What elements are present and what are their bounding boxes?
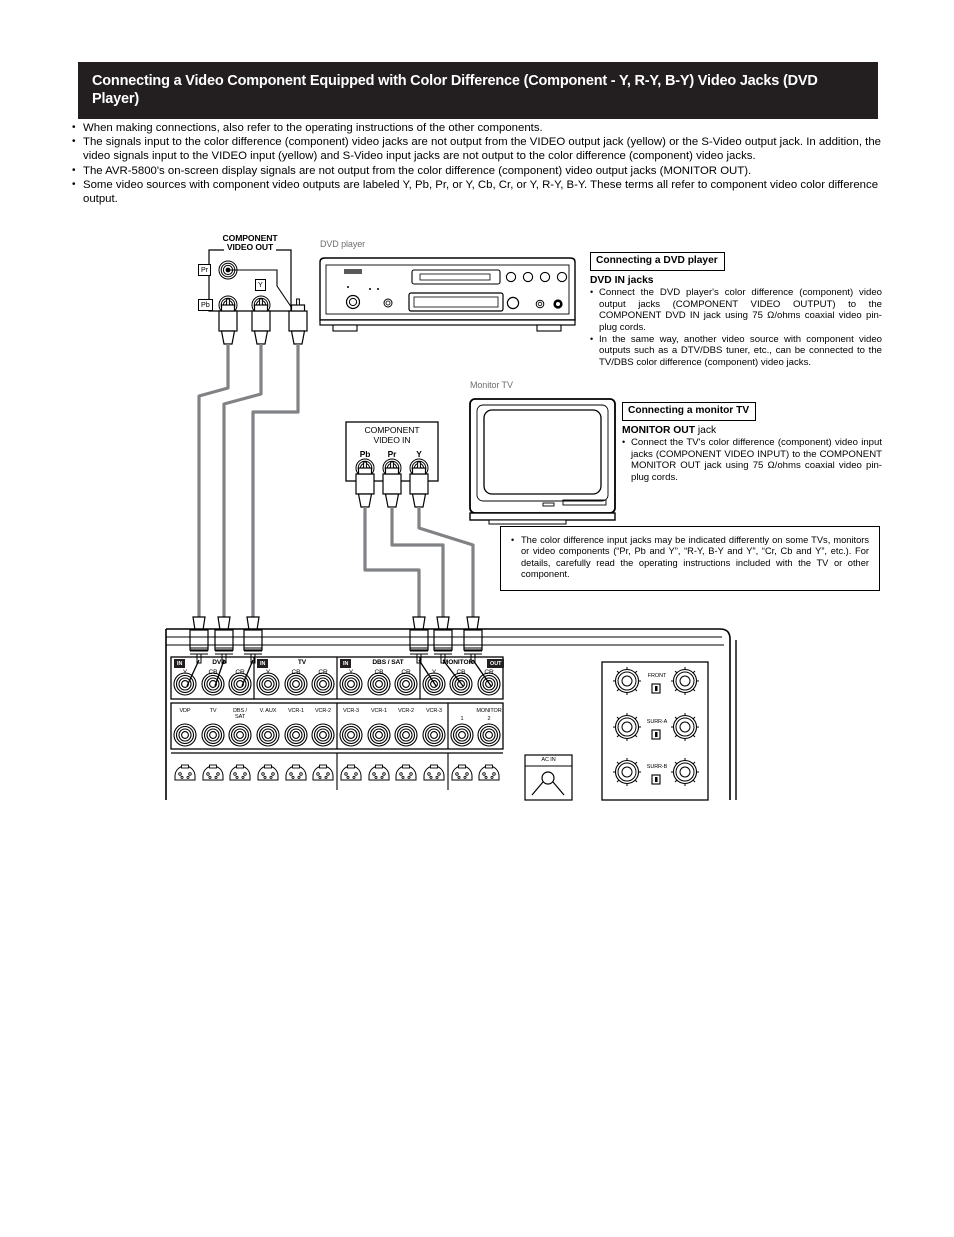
- group-label-monitor: MONITOR: [442, 659, 474, 666]
- video-jack-label-vaux: V. AUX: [259, 708, 277, 714]
- component-video-out-title-line2: VIDEO OUT: [226, 242, 274, 252]
- video-jack-label-vcr2-out: VCR-2: [397, 708, 414, 714]
- jack-label-dbs-y: Y: [348, 669, 354, 676]
- jack-label-y-out: Y: [255, 279, 266, 291]
- jack-label-mon-y: Y: [431, 669, 437, 676]
- jack-label-dvd-y: Y: [182, 669, 188, 676]
- callout-monitor-tag: Connecting a monitor TV: [622, 402, 757, 421]
- intro-bullet: When making connections, also refer to t…: [70, 121, 888, 135]
- speaker-label-surr-a: SURR-A: [646, 719, 668, 725]
- ac-in-label: AC IN: [541, 757, 556, 763]
- video-jack-label-vcr2-in: VCR-2: [314, 708, 331, 714]
- monitor-tv-illustration: [469, 398, 616, 525]
- callout-monitor: Connecting a monitor TV MONITOR OUT jack…: [622, 400, 882, 483]
- callout-dvd-bullet: Connect the DVD player's color differenc…: [590, 287, 882, 333]
- note-bullet: The color difference input jacks may be …: [511, 535, 869, 581]
- jack-label-dvd-cr: CR: [235, 669, 245, 676]
- intro-bullet: Some video sources with component video …: [70, 178, 888, 206]
- badge-in-dbs-sat: IN: [340, 659, 352, 668]
- callout-dvd-heading: DVD IN jacks: [590, 274, 654, 286]
- callout-dvd-tag: Connecting a DVD player: [590, 252, 725, 271]
- dvd-player-caption: DVD player: [320, 239, 366, 249]
- speaker-label-surr-b: SURR-B: [646, 764, 668, 770]
- intro-bullet: The AVR-5800's on-screen display signals…: [70, 164, 888, 178]
- callout-dvd: Connecting a DVD player DVD IN jacks Con…: [590, 250, 882, 369]
- jack-label-pr-in: Pr: [387, 449, 397, 459]
- callout-monitor-heading-rest: jack: [695, 424, 717, 436]
- badge-in-tv: IN: [257, 659, 269, 668]
- component-video-out-bracket: [208, 249, 308, 345]
- jack-label-pb-out: Pb: [198, 299, 213, 311]
- jack-label-dvd-cb: CB: [208, 669, 218, 676]
- dvd-player-illustration: [319, 257, 576, 332]
- video-jack-label-vcr3-in: VCR-3: [342, 708, 359, 714]
- jack-label-dbs-cb: CB: [374, 669, 384, 676]
- jack-label-y-in: Y: [416, 449, 422, 459]
- cable-bundle: [197, 344, 475, 622]
- page-title: Connecting a Video Component Equipped wi…: [78, 62, 878, 119]
- jack-label-pr-out: Pr: [198, 264, 212, 276]
- badge-out-monitor: OUT: [487, 659, 505, 668]
- video-jack-label-monitor: MONITOR: [476, 708, 502, 714]
- video-jack-label-tv: TV: [209, 708, 217, 714]
- speaker-label-front: FRONT: [647, 673, 667, 679]
- video-jack-label-monitor-1: 1: [460, 716, 464, 722]
- jack-label-mon-cb: CB: [456, 669, 466, 676]
- jack-label-tv-cb: CB: [291, 669, 301, 676]
- video-jack-label-monitor-2: 2: [487, 716, 491, 722]
- jack-label-tv-cr: CR: [318, 669, 328, 676]
- group-label-dvd: DVD: [212, 659, 226, 666]
- intro-bullet-list: When making connections, also refer to t…: [70, 121, 888, 206]
- component-video-in-title-line2: VIDEO IN: [373, 435, 411, 445]
- video-jack-label-vdp: VDP: [179, 708, 191, 714]
- jack-label-mon-cr: CR: [484, 669, 494, 676]
- callout-dvd-bullet: In the same way, another video source wi…: [590, 334, 882, 369]
- video-jack-label-vcr1-in: VCR-1: [287, 708, 304, 714]
- video-jack-label-vcr3-out: VCR-3: [425, 708, 442, 714]
- receiver-input-plugs: [189, 616, 483, 664]
- badge-in-dvd: IN: [174, 659, 186, 668]
- jack-label-pb-in: Pb: [359, 449, 371, 459]
- group-label-tv: TV: [297, 659, 307, 666]
- jack-label-tv-y: Y: [265, 669, 271, 676]
- group-label-dbs-sat: DBS / SAT: [372, 659, 404, 666]
- intro-bullet: The signals input to the color differenc…: [70, 135, 888, 163]
- video-jack-label-vcr1-out: VCR-1: [370, 708, 387, 714]
- callout-monitor-heading: MONITOR OUT jack: [622, 425, 882, 437]
- monitor-tv-caption: Monitor TV: [470, 380, 513, 390]
- note-box: The color difference input jacks may be …: [500, 526, 880, 591]
- callout-monitor-heading-strong: MONITOR OUT: [622, 424, 696, 436]
- jack-label-dbs-cr: CR: [401, 669, 411, 676]
- video-jack-label-dbs-sat: DBS / SAT: [233, 708, 247, 721]
- callout-monitor-bullet: Connect the TV's color difference (compo…: [622, 437, 882, 483]
